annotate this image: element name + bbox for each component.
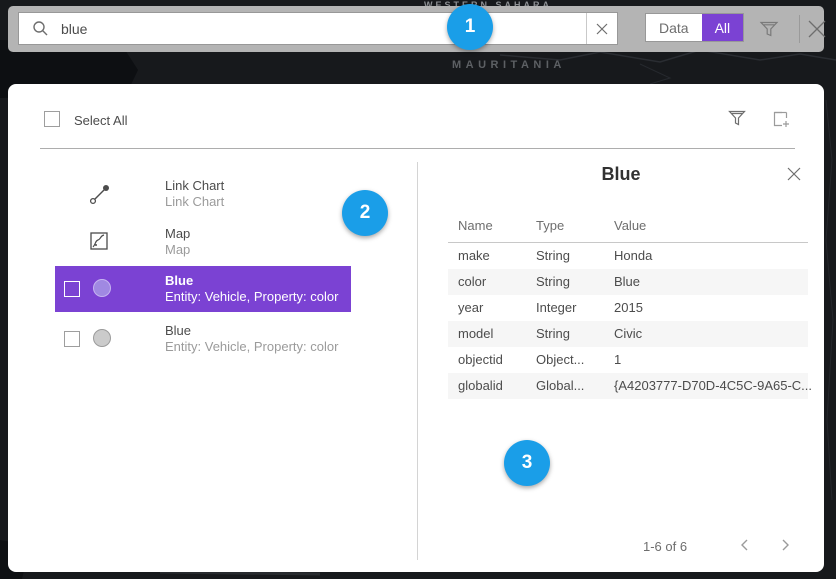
- close-search-icon[interactable]: [805, 17, 829, 41]
- search-toolbar: blue Data All: [8, 6, 824, 52]
- cell-name: year: [458, 300, 483, 315]
- search-scope-toggle: Data All: [645, 13, 744, 42]
- table-row: objectid Object... 1: [448, 347, 808, 373]
- cell-type: String: [536, 248, 570, 263]
- result-item-link-chart[interactable]: Link Chart Link Chart: [55, 172, 351, 212]
- detail-close-icon[interactable]: [786, 166, 802, 182]
- cell-type: String: [536, 326, 570, 341]
- column-header-name: Name: [458, 218, 493, 233]
- toggle-all-button[interactable]: All: [702, 14, 744, 41]
- table-header: Name Type Value: [448, 212, 808, 242]
- table-row: year Integer 2015: [448, 295, 808, 321]
- detail-title: Blue: [418, 164, 824, 185]
- table-row: model String Civic: [448, 321, 808, 347]
- search-results-panel: Select All Link Chart Link Chart: [8, 84, 824, 572]
- pagination-label: 1-6 of 6: [643, 539, 687, 554]
- link-chart-icon: [88, 182, 112, 206]
- result-subtitle: Entity: Vehicle, Property: color: [165, 289, 338, 304]
- entity-circle-icon: [93, 329, 111, 347]
- result-title: Map: [165, 226, 190, 241]
- cell-name: globalid: [458, 378, 503, 393]
- cell-name: model: [458, 326, 493, 341]
- result-title: Blue: [165, 273, 193, 288]
- entity-circle-icon: [93, 279, 111, 297]
- result-item-blue[interactable]: Blue Entity: Vehicle, Property: color: [55, 316, 351, 362]
- select-all-label: Select All: [74, 113, 127, 128]
- cell-value: Honda: [614, 248, 652, 263]
- cell-value: 2015: [614, 300, 643, 315]
- detail-pane: Blue Name Type Value make String Honda c…: [418, 84, 824, 572]
- pagination-next-icon[interactable]: [778, 538, 792, 552]
- table-row: color String Blue: [448, 269, 808, 295]
- result-subtitle: Map: [165, 242, 190, 257]
- column-header-value: Value: [614, 218, 646, 233]
- cell-value: {A4203777-D70D-4C5C-9A65-C...: [614, 378, 812, 393]
- cell-name: objectid: [458, 352, 503, 367]
- result-title: Link Chart: [165, 178, 224, 193]
- clear-search-icon[interactable]: [586, 13, 617, 44]
- cell-name: color: [458, 274, 486, 289]
- cell-value: 1: [614, 352, 621, 367]
- toolbar-separator: [799, 15, 800, 43]
- pagination-prev-icon[interactable]: [738, 538, 752, 552]
- search-filter-icon[interactable]: [758, 18, 780, 40]
- callout-step-3: 3: [504, 440, 550, 486]
- search-query-text: blue: [61, 21, 586, 37]
- cell-name: make: [458, 248, 490, 263]
- cell-value: Blue: [614, 274, 640, 289]
- pagination: 1-6 of 6: [418, 532, 824, 562]
- callout-step-2: 2: [342, 190, 388, 236]
- table-row: make String Honda: [448, 243, 808, 269]
- result-item-map[interactable]: Map Map: [55, 220, 351, 260]
- select-all-checkbox[interactable]: [44, 111, 60, 127]
- result-checkbox[interactable]: [64, 331, 80, 347]
- cell-type: Object...: [536, 352, 584, 367]
- result-title: Blue: [165, 323, 191, 338]
- table-row: globalid Global... {A4203777-D70D-4C5C-9…: [448, 373, 808, 399]
- cell-type: String: [536, 274, 570, 289]
- search-input[interactable]: blue: [18, 12, 618, 45]
- map-icon: [88, 230, 110, 252]
- properties-table: Name Type Value make String Honda color …: [448, 212, 808, 399]
- cell-type: Global...: [536, 378, 584, 393]
- result-subtitle: Link Chart: [165, 194, 224, 209]
- callout-step-1: 1: [447, 4, 493, 50]
- toggle-data-button[interactable]: Data: [646, 14, 702, 41]
- column-header-type: Type: [536, 218, 564, 233]
- cell-type: Integer: [536, 300, 576, 315]
- result-checkbox[interactable]: [64, 281, 80, 297]
- map-label-mauritania: MAURITANIA: [452, 59, 566, 71]
- cell-value: Civic: [614, 326, 642, 341]
- result-item-blue-selected[interactable]: Blue Entity: Vehicle, Property: color: [55, 266, 351, 312]
- result-subtitle: Entity: Vehicle, Property: color: [165, 339, 338, 354]
- search-icon: [32, 20, 49, 37]
